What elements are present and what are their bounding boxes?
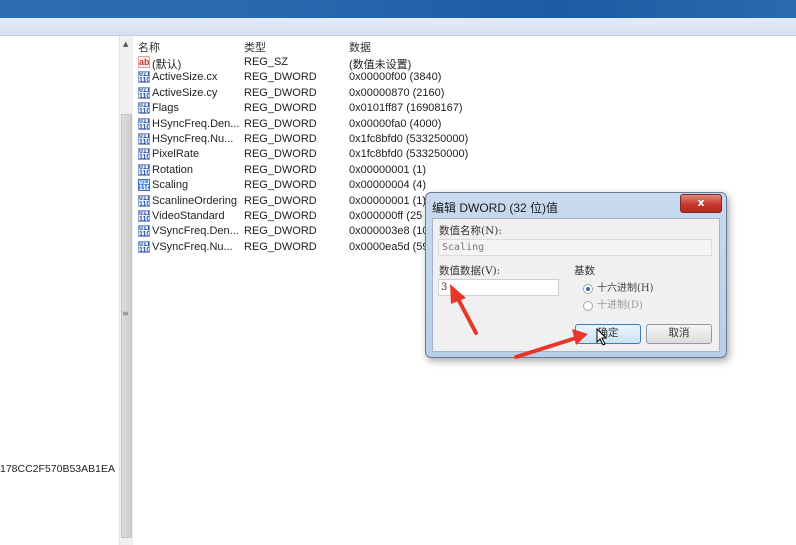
value-name: Rotation [152, 163, 193, 176]
value-data: 0x00000870 (2160) [349, 86, 445, 99]
value-type: REG_DWORD [244, 71, 317, 84]
radio-hexadecimal-label: 十六进制(H) [597, 283, 654, 294]
dword-value-icon: 011 110 [138, 194, 150, 207]
value-type: REG_DWORD [244, 240, 317, 253]
value-name: Flags [152, 102, 179, 115]
value-type: REG_DWORD [244, 133, 317, 145]
value-type: REG_DWORD [244, 117, 317, 130]
dialog-body: 数值名称(N): Scaling 数值数据(V): 3 基数 十六进制(H) 十… [432, 218, 720, 352]
value-row[interactable]: 011 110 HSyncFreq.Den... REG_DWORD 0x00000f… [133, 117, 796, 132]
value-name: ActiveSize.cx [152, 71, 218, 84]
value-data: 0x00000004 (4) [349, 179, 427, 192]
scrollbar-thumb[interactable] [121, 114, 132, 538]
value-data: 0x0101ff87 (16908167) [349, 102, 463, 115]
value-name: ActiveSize.cy [152, 86, 218, 99]
close-button[interactable]: x [680, 194, 722, 213]
dword-value-icon: 011 110 [138, 133, 150, 145]
dword-value-icon: 011 110 [138, 163, 150, 176]
value-name: PixelRate [152, 148, 200, 161]
dword-value-icon: 011 110 [138, 71, 150, 84]
value-name-label: 数值名称(N): [439, 225, 502, 237]
dword-value-icon: 011 110 [138, 225, 150, 238]
value-type: REG_DWORD [244, 194, 317, 207]
value-data-input[interactable]: 3 [438, 279, 559, 296]
value-name: VideoStandard [152, 210, 225, 222]
base-group-label: 基数 [574, 265, 595, 277]
value-name: Scaling [152, 179, 189, 192]
value-data: 0x000000ff (25 [349, 210, 423, 222]
menu-bar [0, 18, 796, 36]
value-row[interactable]: 011 110 Rotation REG_DWORD 0x00000001 (1) [133, 163, 796, 178]
value-type: REG_DWORD [244, 225, 317, 238]
value-data: 0x000003e8 (10 [349, 225, 429, 238]
dword-value-icon: 011 110 [138, 148, 150, 161]
dword-value-icon: 011 110 [138, 102, 150, 115]
value-name: HSyncFreq.Nu... [152, 133, 234, 145]
radio-decimal[interactable]: 十进制(D) [583, 296, 643, 311]
value-data: 0x0000ea5d (59 [349, 240, 429, 253]
dword-value-icon: 011 110 [138, 210, 150, 222]
value-name: ScanlineOrdering [152, 194, 237, 207]
radio-checked-icon [583, 283, 593, 294]
dword-value-icon: 011 110 [138, 240, 150, 253]
value-row[interactable]: ab (默认) REG_SZ (数值未设置) [133, 55, 796, 71]
ok-button[interactable]: 确定 [575, 324, 641, 344]
value-row[interactable]: 011 110 Flags REG_DWORD 0x0101ff87 (1690816… [133, 101, 796, 116]
dword-value-icon: 011 110 [138, 86, 150, 99]
value-name: HSyncFreq.Den... [152, 117, 240, 130]
value-row[interactable]: 011 110 PixelRate REG_DWORD 0x1fc8bfd0 (533… [133, 147, 796, 162]
edit-dword-dialog: 编辑 DWORD (32 位)值 x 数值名称(N): Scaling 数值数据… [425, 192, 727, 358]
value-name: VSyncFreq.Den... [152, 225, 239, 238]
scrollbar-grip-icon: ≡ [122, 309, 129, 318]
value-data: 0x00000fa0 (4000) [349, 117, 442, 130]
tree-node-key[interactable]: 178CC2F570B53AB1EA [0, 463, 115, 475]
value-type: REG_DWORD [244, 179, 317, 192]
scroll-up-arrow-icon[interactable]: ▲ [123, 40, 128, 48]
value-data: 0x00000001 (1) [349, 194, 427, 207]
radio-unchecked-icon [583, 300, 593, 311]
value-data-label: 数值数据(V): [439, 265, 501, 277]
value-data: 0x00000f00 (3840) [349, 71, 442, 84]
value-row[interactable]: 011 110 HSyncFreq.Nu... REG_DWORD 0x1fc8bfd… [133, 132, 796, 147]
close-icon: x [697, 196, 705, 209]
column-header-data[interactable]: 数据 [349, 39, 371, 55]
value-row[interactable]: 011 110 ActiveSize.cy REG_DWORD 0x00000870 … [133, 86, 796, 101]
list-header: 名称 类型 数据 [133, 36, 796, 55]
radio-decimal-label: 十进制(D) [597, 300, 643, 311]
value-type: REG_DWORD [244, 148, 317, 161]
dialog-title: 编辑 DWORD (32 位)值 [432, 201, 559, 215]
dword-value-icon: 011 110 [138, 117, 150, 130]
value-data: 0x00000001 (1) [349, 163, 427, 176]
tree-scrollbar[interactable]: ▲ ≡ [119, 36, 134, 545]
dword-value-icon: 011 110 [138, 179, 150, 192]
string-value-icon: ab [138, 56, 150, 68]
value-type: REG_DWORD [244, 102, 317, 115]
cancel-button[interactable]: 取消 [646, 324, 712, 344]
value-name: VSyncFreq.Nu... [152, 240, 233, 253]
value-type: REG_DWORD [244, 86, 317, 99]
value-type: REG_DWORD [244, 210, 317, 222]
radio-hexadecimal[interactable]: 十六进制(H) [583, 279, 654, 294]
value-type: REG_SZ [244, 56, 289, 68]
title-bar [0, 0, 796, 18]
value-name-field: Scaling [438, 239, 712, 256]
column-header-name[interactable]: 名称 [138, 39, 160, 55]
value-type: REG_DWORD [244, 163, 317, 176]
value-row[interactable]: 011 110 ActiveSize.cx REG_DWORD 0x00000f00 … [133, 70, 796, 85]
registry-tree-pane[interactable]: 178CC2F570B53AB1EA [0, 36, 119, 545]
column-header-type[interactable]: 类型 [244, 39, 266, 55]
value-data: 0x1fc8bfd0 (533250000) [349, 133, 469, 145]
mouse-cursor-icon [596, 328, 608, 346]
value-data: 0x1fc8bfd0 (533250000) [349, 148, 469, 161]
